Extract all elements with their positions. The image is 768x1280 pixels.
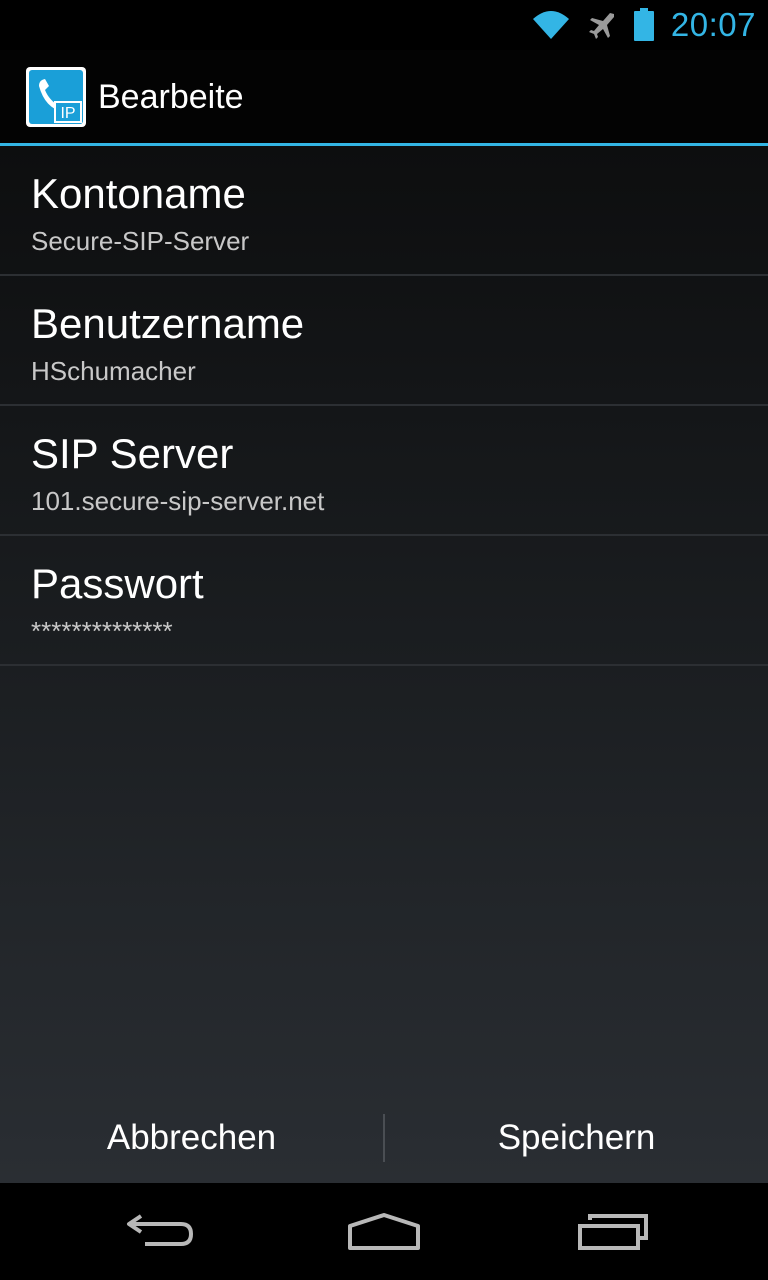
action-bar-title: Bearbeite xyxy=(98,78,244,116)
pref-item-kontoname[interactable]: Kontoname Secure-SIP-Server xyxy=(0,146,768,276)
pref-item-sip-server[interactable]: SIP Server 101.secure-sip-server.net xyxy=(0,406,768,536)
home-icon[interactable] xyxy=(344,1207,424,1257)
cancel-button[interactable]: Abbrechen xyxy=(0,1092,383,1183)
back-icon[interactable] xyxy=(120,1207,200,1257)
recent-apps-icon[interactable] xyxy=(572,1207,652,1257)
status-bar: 20:07 xyxy=(0,0,768,50)
preferences-list: Kontoname Secure-SIP-Server Benutzername… xyxy=(0,146,768,1183)
pref-title: SIP Server xyxy=(31,430,234,477)
status-icons: 20:07 xyxy=(531,0,756,50)
pref-summary: 101.secure-sip-server.net xyxy=(31,486,325,516)
pref-title: Benutzername xyxy=(31,300,305,347)
pref-summary: HSchumacher xyxy=(31,356,196,386)
pref-item-benutzername[interactable]: Benutzername HSchumacher xyxy=(0,276,768,406)
pref-title: Kontoname xyxy=(31,170,246,217)
status-time: 20:07 xyxy=(670,6,756,43)
battery-icon xyxy=(633,8,655,42)
pref-summary: ************** xyxy=(31,616,173,646)
pref-title: Passwort xyxy=(31,560,204,607)
action-bar: IP Bearbeite xyxy=(0,50,768,146)
sip-phone-app-icon[interactable]: IP xyxy=(25,66,87,128)
navigation-bar xyxy=(0,1183,768,1280)
save-button[interactable]: Speichern xyxy=(385,1092,768,1183)
app-icon-label: IP xyxy=(60,105,75,122)
dialog-button-bar: Abbrechen Speichern xyxy=(0,1092,768,1183)
pref-summary: Secure-SIP-Server xyxy=(31,226,250,256)
airplane-icon xyxy=(587,10,617,40)
pref-item-passwort[interactable]: Passwort ************** xyxy=(0,536,768,666)
wifi-icon xyxy=(531,9,571,41)
